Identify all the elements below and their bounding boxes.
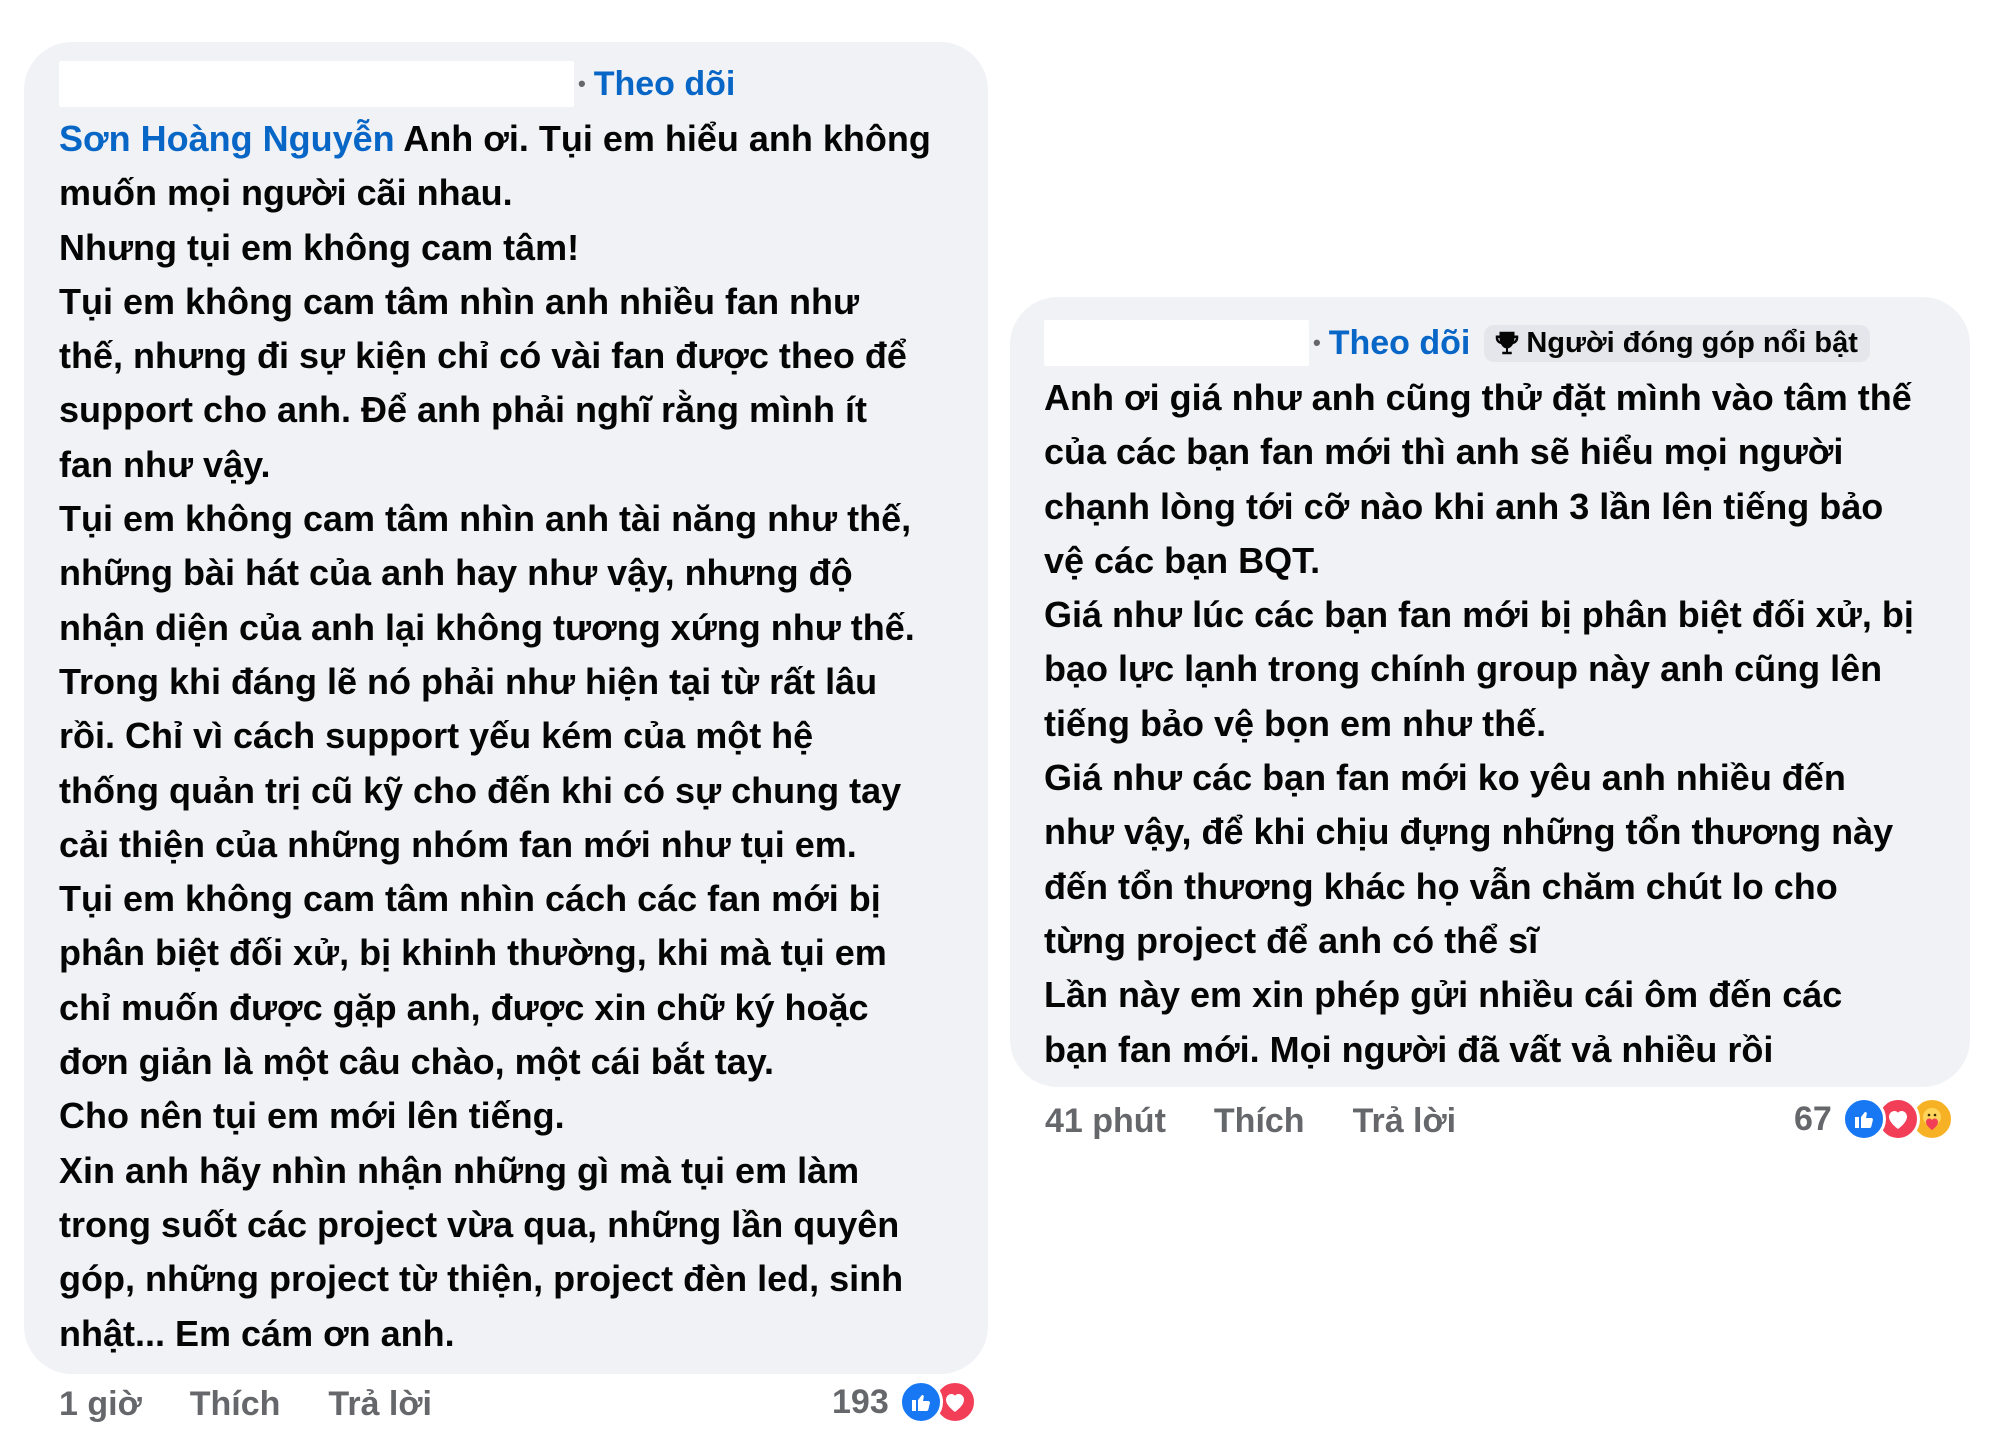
like-icon bbox=[898, 1380, 943, 1424]
comment-line: fan như vậy. bbox=[59, 443, 271, 485]
reaction-summary-2[interactable]: 67 bbox=[1794, 1097, 1954, 1141]
comment-actions-1: 1 giờ Thích Trả lời bbox=[59, 1385, 480, 1424]
comment-header: • Theo dõi bbox=[59, 56, 954, 112]
timestamp[interactable]: 41 phút bbox=[1045, 1102, 1166, 1141]
comment-line: Cho nên tụi em mới lên tiếng. bbox=[59, 1095, 565, 1137]
comment-line: Tụi em không cam tâm nhìn cách các fan m… bbox=[59, 878, 881, 920]
comment-line: support cho anh. Để anh phải nghĩ rằng m… bbox=[59, 389, 867, 431]
comment-actions-2: 41 phút Thích Trả lời bbox=[1045, 1102, 1504, 1141]
comment-line: Nhưng tụi em không cam tâm! bbox=[59, 226, 580, 268]
comment-line: Tụi em không cam tâm nhìn anh nhiều fan … bbox=[59, 280, 860, 322]
comment-line: Xin anh hãy nhìn nhận những gì mà tụi em… bbox=[59, 1149, 860, 1191]
comment-bubble-1: • Theo dõi Sơn Hoàng Nguyễn Anh ơi. Tụi … bbox=[24, 42, 988, 1374]
comment-line: Trong khi đáng lẽ nó phải như hiện tại t… bbox=[59, 660, 878, 702]
comment-line: bạo lực lạnh trong chính group này anh c… bbox=[1044, 648, 1883, 690]
follow-link[interactable]: Theo dõi bbox=[1329, 324, 1471, 363]
follow-link[interactable]: Theo dõi bbox=[594, 65, 736, 104]
comment-text: Anh ơi giá như anh cũng thử đặt mình vào… bbox=[1044, 371, 1938, 1077]
comment-line: từng project để anh có thể sĩ bbox=[1044, 919, 1539, 961]
reaction-count: 67 bbox=[1794, 1099, 1832, 1138]
comment-line: nhật... Em cám ơn anh. bbox=[59, 1312, 455, 1354]
comment-line: cải thiện của những nhóm fan mới như tụi… bbox=[59, 823, 857, 865]
comment-line: những bài hát của anh hay như vậy, nhưng… bbox=[59, 552, 853, 594]
reaction-summary-1[interactable]: 193 bbox=[832, 1380, 977, 1424]
like-icon bbox=[1841, 1097, 1886, 1141]
comment-line: muốn mọi người cãi nhau. bbox=[59, 172, 513, 214]
comment-line: Anh ơi giá như anh cũng thử đặt mình vào… bbox=[1044, 377, 1912, 418]
like-button[interactable]: Thích bbox=[190, 1385, 281, 1424]
comment-line: bạn fan mới. Mọi người đã vất vả nhiều r… bbox=[1044, 1028, 1774, 1070]
reaction-count: 193 bbox=[832, 1382, 889, 1421]
comment-line: trong suốt các project vừa qua, những lầ… bbox=[59, 1203, 900, 1245]
comment-line: Lần này em xin phép gửi nhiều cái ôm đến… bbox=[1044, 974, 1843, 1016]
comment-bubble-2: • Theo dõi Người đóng góp nổi bật Anh ơi… bbox=[1010, 297, 1970, 1087]
comment-line: như vậy, để khi chịu đựng những tổn thươ… bbox=[1044, 811, 1894, 853]
comment-line: của các bạn fan mới thì anh sẽ hiểu mọi … bbox=[1044, 431, 1844, 473]
like-button[interactable]: Thích bbox=[1214, 1102, 1305, 1141]
comment-line: góp, những project từ thiện, project đèn… bbox=[59, 1258, 904, 1300]
comment-line: phân biệt đối xử, bị khinh thường, khi m… bbox=[59, 932, 887, 974]
comment-line: chỉ muốn được gặp anh, được xin chữ ký h… bbox=[59, 986, 869, 1028]
comment-line: Giá như các bạn fan mới ko yêu anh nhiều… bbox=[1044, 757, 1846, 799]
comment-line: nhận diện của anh lại không tương xứng n… bbox=[59, 606, 915, 648]
comment-line: thống quản trị cũ kỹ cho đến khi có sự c… bbox=[59, 769, 902, 811]
redacted-author-name bbox=[59, 61, 574, 107]
comment-line: chạnh lòng tới cỡ nào khi anh 3 lần lên … bbox=[1044, 485, 1884, 527]
separator-dot: • bbox=[1313, 330, 1321, 355]
badge-label: Người đóng góp nổi bật bbox=[1526, 326, 1858, 359]
separator-dot: • bbox=[578, 71, 586, 96]
comment-header: • Theo dõi Người đóng góp nổi bật bbox=[1044, 315, 1938, 371]
comment-line: Tụi em không cam tâm nhìn anh tài năng n… bbox=[59, 498, 912, 540]
reply-button[interactable]: Trả lời bbox=[1353, 1102, 1457, 1141]
comment-line: thế, nhưng đi sự kiện chỉ có vài fan đượ… bbox=[59, 335, 907, 377]
comment-line: đơn giản là một câu chào, một cái bắt ta… bbox=[59, 1041, 775, 1083]
comment-line: vệ các bạn BQT. bbox=[1044, 539, 1321, 581]
comment-text: Sơn Hoàng Nguyễn Anh ơi. Tụi em hiểu anh… bbox=[59, 112, 954, 1361]
mention-link[interactable]: Sơn Hoàng Nguyễn bbox=[59, 118, 395, 159]
comment-line: Giá như lúc các bạn fan mới bị phân biệt… bbox=[1044, 594, 1914, 636]
reply-button[interactable]: Trả lời bbox=[328, 1385, 432, 1424]
timestamp[interactable]: 1 giờ bbox=[59, 1385, 142, 1424]
comment-line: Sơn Hoàng Nguyễn Anh ơi. Tụi em hiểu anh… bbox=[59, 118, 931, 159]
top-contributor-badge: Người đóng góp nổi bật bbox=[1484, 324, 1870, 362]
redacted-author-name bbox=[1044, 320, 1309, 366]
comment-line: đến tổn thương khác họ vẫn chăm chút lo … bbox=[1044, 865, 1838, 907]
comment-line: tiếng bảo vệ bọn em như thế. bbox=[1044, 702, 1547, 744]
trophy-icon bbox=[1496, 331, 1519, 355]
comment-line: rồi. Chỉ vì cách support yếu kém của một… bbox=[59, 715, 814, 757]
